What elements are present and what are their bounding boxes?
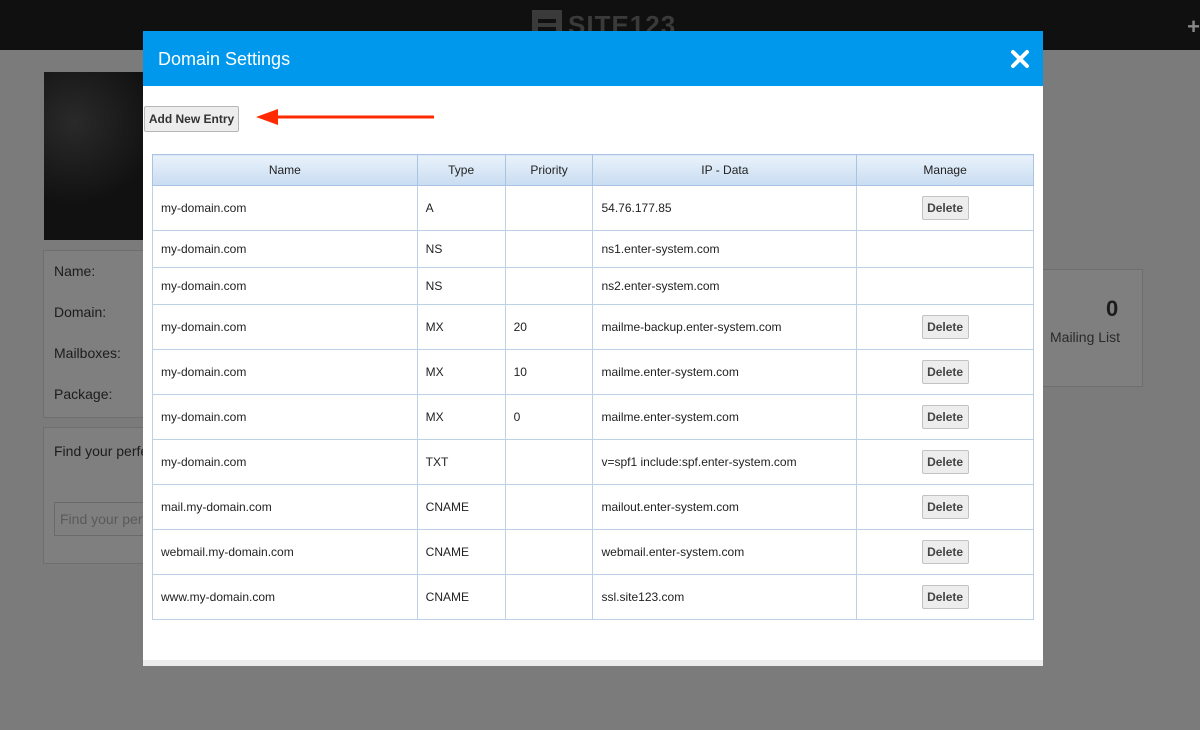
record-type: NS xyxy=(416,230,506,268)
record-name: my-domain.com xyxy=(152,304,418,350)
delete-button[interactable]: Delete xyxy=(921,196,969,220)
record-type: MX xyxy=(416,349,506,395)
table-row: my-domain.com MX 10 mailme.enter-system.… xyxy=(152,349,1034,395)
modal-footer xyxy=(143,660,1043,666)
record-name: www.my-domain.com xyxy=(152,574,418,620)
record-priority xyxy=(504,185,594,231)
record-manage: Delete xyxy=(856,304,1034,350)
table-row: my-domain.com NS ns2.enter-system.com xyxy=(152,267,1034,305)
plus-icon[interactable]: + xyxy=(1187,14,1200,40)
column-header-type[interactable]: Type xyxy=(416,154,506,186)
record-type: CNAME xyxy=(416,529,506,575)
domain-settings-modal: Domain Settings Add New Entry Name Type … xyxy=(143,31,1043,666)
table-row: my-domain.com MX 20 mailme-backup.enter-… xyxy=(152,304,1034,350)
record-name: my-domain.com xyxy=(152,349,418,395)
record-data: v=spf1 include:spf.enter-system.com xyxy=(592,439,858,485)
profile-photo xyxy=(44,72,144,240)
record-priority xyxy=(504,529,594,575)
record-data: mailme-backup.enter-system.com xyxy=(592,304,858,350)
delete-button[interactable]: Delete xyxy=(921,450,969,474)
delete-button[interactable]: Delete xyxy=(921,405,969,429)
record-name: webmail.my-domain.com xyxy=(152,529,418,575)
dns-records-table: Name Type Priority IP - Data Manage my-d… xyxy=(152,154,1034,620)
delete-button[interactable]: Delete xyxy=(921,540,969,564)
find-domain-heading: Find your perfe xyxy=(54,443,143,459)
table-header-row: Name Type Priority IP - Data Manage xyxy=(152,154,1034,186)
table-row: my-domain.com MX 0 mailme.enter-system.c… xyxy=(152,394,1034,440)
record-manage xyxy=(856,267,1034,305)
record-type: CNAME xyxy=(416,484,506,530)
record-data: ssl.site123.com xyxy=(592,574,858,620)
record-type: TXT xyxy=(416,439,506,485)
record-data: mailme.enter-system.com xyxy=(592,349,858,395)
record-priority xyxy=(504,484,594,530)
record-priority: 0 xyxy=(504,394,594,440)
column-header-manage: Manage xyxy=(856,154,1034,186)
table-row: webmail.my-domain.com CNAME webmail.ente… xyxy=(152,529,1034,575)
column-header-priority[interactable]: Priority xyxy=(504,154,594,186)
table-row: my-domain.com TXT v=spf1 include:spf.ent… xyxy=(152,439,1034,485)
name-label: Name: xyxy=(54,263,96,279)
column-header-name[interactable]: Name xyxy=(152,154,418,186)
record-priority: 20 xyxy=(504,304,594,350)
close-icon[interactable] xyxy=(1010,49,1030,69)
modal-header: Domain Settings xyxy=(143,31,1043,86)
record-priority: 10 xyxy=(504,349,594,395)
delete-button[interactable]: Delete xyxy=(921,495,969,519)
record-priority xyxy=(504,230,594,268)
mailing-list-label: Mailing List xyxy=(1050,329,1121,345)
record-data: mailme.enter-system.com xyxy=(592,394,858,440)
domain-label: Domain: xyxy=(54,304,107,320)
record-type: MX xyxy=(416,304,506,350)
record-manage: Delete xyxy=(856,185,1034,231)
record-manage: Delete xyxy=(856,439,1034,485)
record-data: ns2.enter-system.com xyxy=(592,267,858,305)
find-domain-input[interactable]: Find your perf xyxy=(54,502,143,536)
delete-button[interactable]: Delete xyxy=(921,315,969,339)
mailboxes-label: Mailboxes: xyxy=(54,345,121,361)
record-manage: Delete xyxy=(856,529,1034,575)
record-manage: Delete xyxy=(856,394,1034,440)
delete-button[interactable]: Delete xyxy=(921,360,969,384)
record-data: 54.76.177.85 xyxy=(592,185,858,231)
add-new-entry-button[interactable]: Add New Entry xyxy=(144,106,239,132)
table-row: www.my-domain.com CNAME ssl.site123.com … xyxy=(152,574,1034,620)
record-name: my-domain.com xyxy=(152,394,418,440)
record-data: ns1.enter-system.com xyxy=(592,230,858,268)
record-data: mailout.enter-system.com xyxy=(592,484,858,530)
table-row: my-domain.com NS ns1.enter-system.com xyxy=(152,230,1034,268)
record-priority xyxy=(504,439,594,485)
package-label: Package: xyxy=(54,386,113,402)
record-name: my-domain.com xyxy=(152,230,418,268)
table-row: mail.my-domain.com CNAME mailout.enter-s… xyxy=(152,484,1034,530)
record-data: webmail.enter-system.com xyxy=(592,529,858,575)
record-type: MX xyxy=(416,394,506,440)
record-name: my-domain.com xyxy=(152,439,418,485)
record-manage: Delete xyxy=(856,349,1034,395)
record-priority xyxy=(504,574,594,620)
mailing-list-stat-card xyxy=(1043,269,1143,387)
record-manage xyxy=(856,230,1034,268)
annotation-arrow-icon xyxy=(256,109,434,125)
modal-title: Domain Settings xyxy=(158,49,291,69)
delete-button[interactable]: Delete xyxy=(921,585,969,609)
record-name: my-domain.com xyxy=(152,185,418,231)
record-priority xyxy=(504,267,594,305)
record-manage: Delete xyxy=(856,484,1034,530)
record-type: CNAME xyxy=(416,574,506,620)
record-type: NS xyxy=(416,267,506,305)
record-manage: Delete xyxy=(856,574,1034,620)
table-row: my-domain.com A 54.76.177.85 Delete xyxy=(152,185,1034,231)
mailing-list-count: 0 xyxy=(1106,296,1119,321)
record-name: my-domain.com xyxy=(152,267,418,305)
column-header-ip-data[interactable]: IP - Data xyxy=(592,154,858,186)
record-name: mail.my-domain.com xyxy=(152,484,418,530)
record-type: A xyxy=(416,185,506,231)
